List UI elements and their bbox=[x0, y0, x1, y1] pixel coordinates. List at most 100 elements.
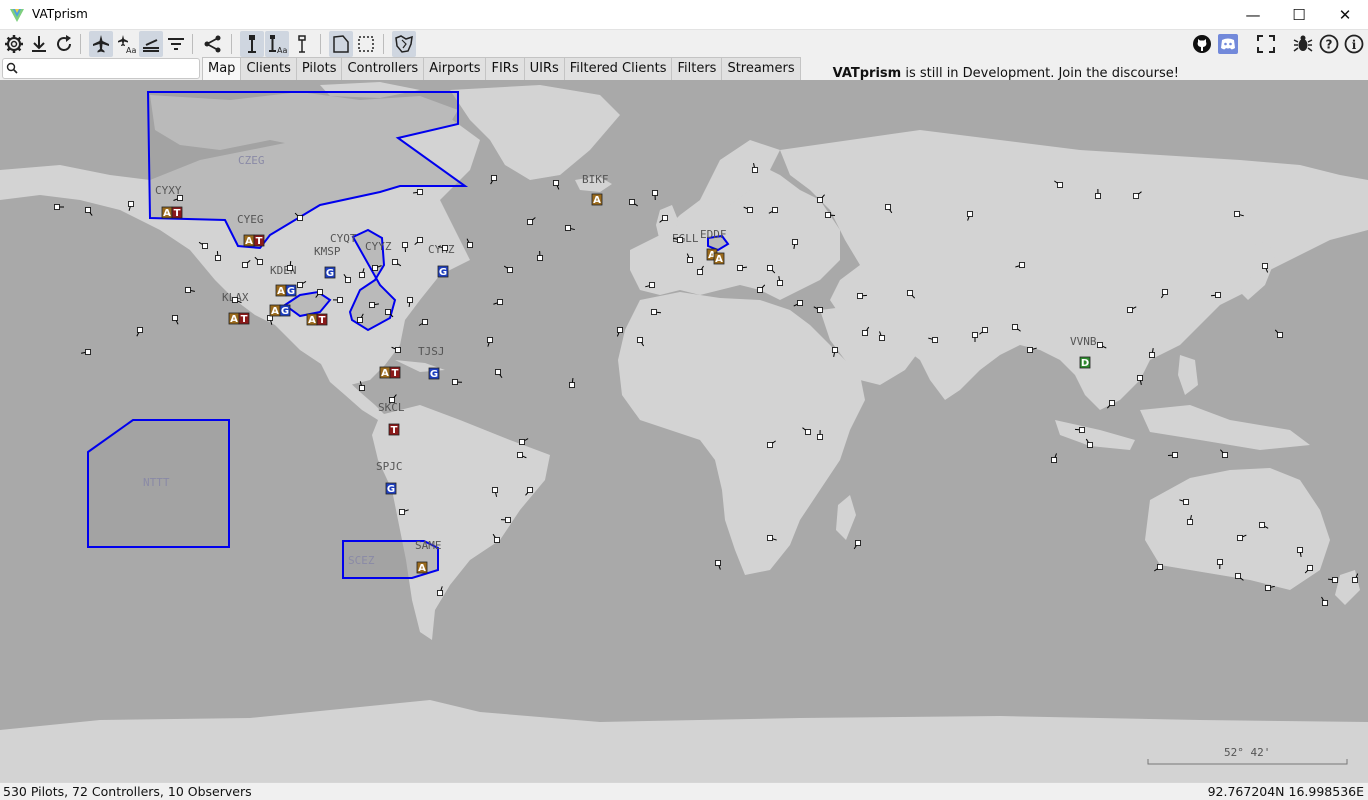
discord-button[interactable] bbox=[1216, 31, 1240, 57]
toolbar-separator bbox=[231, 34, 232, 54]
svg-text:A: A bbox=[381, 368, 389, 379]
filter-lines-icon bbox=[168, 38, 184, 50]
tab-clients[interactable]: Clients bbox=[240, 57, 297, 80]
tab-controllers[interactable]: Controllers bbox=[341, 57, 425, 80]
bug-icon bbox=[1293, 35, 1313, 52]
help-button[interactable]: ? bbox=[1317, 31, 1341, 57]
show-controllers-toggle[interactable] bbox=[240, 31, 264, 57]
tab-pilots[interactable]: Pilots bbox=[295, 57, 343, 80]
svg-text:G: G bbox=[281, 306, 289, 317]
controller-badge-spjc[interactable]: G bbox=[385, 482, 397, 495]
controller-badge-kden[interactable]: AG bbox=[275, 284, 297, 297]
airport-label[interactable]: CYQT bbox=[330, 232, 357, 245]
airport-label[interactable]: TJSJ bbox=[418, 345, 445, 358]
show-pilots-toggle[interactable] bbox=[89, 31, 113, 57]
controller-badge-ksfo[interactable]: AG bbox=[269, 304, 291, 317]
discord-icon bbox=[1218, 34, 1238, 54]
airport-label[interactable]: CYEG bbox=[237, 213, 264, 226]
minimize-button[interactable]: — bbox=[1230, 0, 1276, 30]
scale-label: 52° 42' bbox=[1224, 746, 1270, 759]
tab-streamers[interactable]: Streamers bbox=[721, 57, 801, 80]
tab-filters[interactable]: Filters bbox=[671, 57, 723, 80]
svg-text:T: T bbox=[174, 208, 181, 219]
airport-label[interactable]: SPJC bbox=[376, 460, 403, 473]
client-counts: 530 Pilots, 72 Controllers, 10 Observers bbox=[3, 784, 252, 799]
controller-badge-bikf[interactable]: A bbox=[591, 193, 603, 206]
tab-map[interactable]: Map bbox=[202, 57, 242, 80]
runway-icon bbox=[143, 39, 159, 52]
connections-button[interactable] bbox=[201, 31, 225, 57]
toolbar-separator bbox=[192, 34, 193, 54]
settings-button[interactable] bbox=[2, 31, 26, 57]
controller-badge-tjsj[interactable]: G bbox=[428, 367, 440, 380]
uirs-toggle[interactable] bbox=[354, 31, 378, 57]
airport-label[interactable]: CYYZ bbox=[365, 240, 392, 253]
controller-badge-cyxy[interactable]: AT bbox=[161, 206, 183, 219]
airport-label[interactable]: KMSP bbox=[314, 245, 341, 258]
controller-labels-toggle[interactable]: Aa bbox=[265, 31, 289, 57]
pilot-labels-toggle[interactable]: Aa bbox=[114, 31, 138, 57]
minimize-icon: — bbox=[1245, 6, 1261, 24]
svg-text:A: A bbox=[715, 254, 723, 265]
controller-badge-eddf[interactable]: A bbox=[713, 252, 725, 265]
airport-label[interactable]: BIKF bbox=[582, 173, 609, 186]
controller-badge-skcl[interactable]: T bbox=[388, 423, 400, 436]
controller-badge-vvnb[interactable]: D bbox=[1079, 356, 1091, 369]
svg-text:A: A bbox=[593, 195, 601, 206]
title-bar: VATprism — ☐ ✕ bbox=[0, 0, 1368, 30]
controller-badge-same[interactable]: A bbox=[416, 561, 428, 574]
runways-toggle[interactable] bbox=[139, 31, 163, 57]
world-map[interactable]: CZEG NTTT SCEZ CYXY CYEG BIKF CYQT KMSP … bbox=[0, 80, 1368, 782]
svg-text:i: i bbox=[1352, 38, 1357, 52]
map-canvas[interactable]: CZEG NTTT SCEZ CYXY CYEG BIKF CYQT KMSP … bbox=[0, 80, 1368, 782]
airport-label[interactable]: EDDF bbox=[700, 228, 727, 241]
controller-badge-kmia[interactable]: AT bbox=[379, 366, 401, 379]
controller-badge-cyhz[interactable]: G bbox=[437, 265, 449, 278]
gear-icon bbox=[5, 35, 23, 53]
announcement: VATprism is still in Development. Join t… bbox=[833, 66, 1179, 81]
toolbar-separator bbox=[80, 34, 81, 54]
fullscreen-button[interactable] bbox=[1254, 31, 1278, 57]
airport-label[interactable]: CYXY bbox=[155, 184, 182, 197]
tab-filtered-clients[interactable]: Filtered Clients bbox=[563, 57, 673, 80]
airport-label[interactable]: VVNB bbox=[1070, 335, 1097, 348]
download-icon bbox=[32, 36, 46, 52]
controller-badge-cyeg[interactable]: AT bbox=[243, 234, 265, 247]
download-button[interactable] bbox=[27, 31, 51, 57]
controller-badge-klax[interactable]: AT bbox=[228, 312, 250, 325]
search-input[interactable] bbox=[21, 60, 200, 79]
tab-airports[interactable]: Airports bbox=[423, 57, 487, 80]
svg-text:T: T bbox=[392, 368, 399, 379]
tab-firs[interactable]: FIRs bbox=[485, 57, 525, 80]
tower-icon bbox=[298, 35, 306, 53]
controller-icon bbox=[248, 35, 256, 53]
cursor-coordinates: 92.767204N 16.998536E bbox=[1207, 784, 1364, 799]
airport-label[interactable]: SKCL bbox=[378, 401, 405, 414]
status-bar: 530 Pilots, 72 Controllers, 10 Observers… bbox=[0, 782, 1368, 800]
towers-toggle[interactable] bbox=[290, 31, 314, 57]
controller-badge-kmsp[interactable]: G bbox=[324, 266, 336, 279]
bug-report-button[interactable] bbox=[1291, 31, 1315, 57]
svg-text:A: A bbox=[418, 563, 426, 574]
close-button[interactable]: ✕ bbox=[1322, 0, 1368, 30]
firs-toggle[interactable] bbox=[329, 31, 353, 57]
github-button[interactable] bbox=[1190, 31, 1214, 57]
window-title: VATprism bbox=[32, 7, 88, 21]
info-icon: i bbox=[1344, 34, 1364, 54]
countries-toggle[interactable] bbox=[392, 31, 416, 57]
tab-uirs[interactable]: UIRs bbox=[523, 57, 565, 80]
svg-text:T: T bbox=[319, 315, 326, 326]
controller-label-icon: Aa bbox=[269, 35, 287, 54]
info-button[interactable]: i bbox=[1342, 31, 1366, 57]
svg-text:Aa: Aa bbox=[277, 46, 287, 54]
maximize-button[interactable]: ☐ bbox=[1276, 0, 1322, 30]
airport-label[interactable]: CYHZ bbox=[428, 243, 455, 256]
svg-text:D: D bbox=[1081, 358, 1089, 369]
svg-text:T: T bbox=[391, 425, 398, 436]
toolbar: Aa Aa VATprism is still in Development. … bbox=[0, 30, 1368, 81]
refresh-button[interactable] bbox=[52, 31, 76, 57]
controller-badge-kdfw[interactable]: AT bbox=[306, 313, 328, 326]
filter-button[interactable] bbox=[164, 31, 188, 57]
airport-label[interactable]: SAME bbox=[415, 539, 442, 552]
announcement-text: is still in Development. Join the discou… bbox=[901, 66, 1179, 81]
